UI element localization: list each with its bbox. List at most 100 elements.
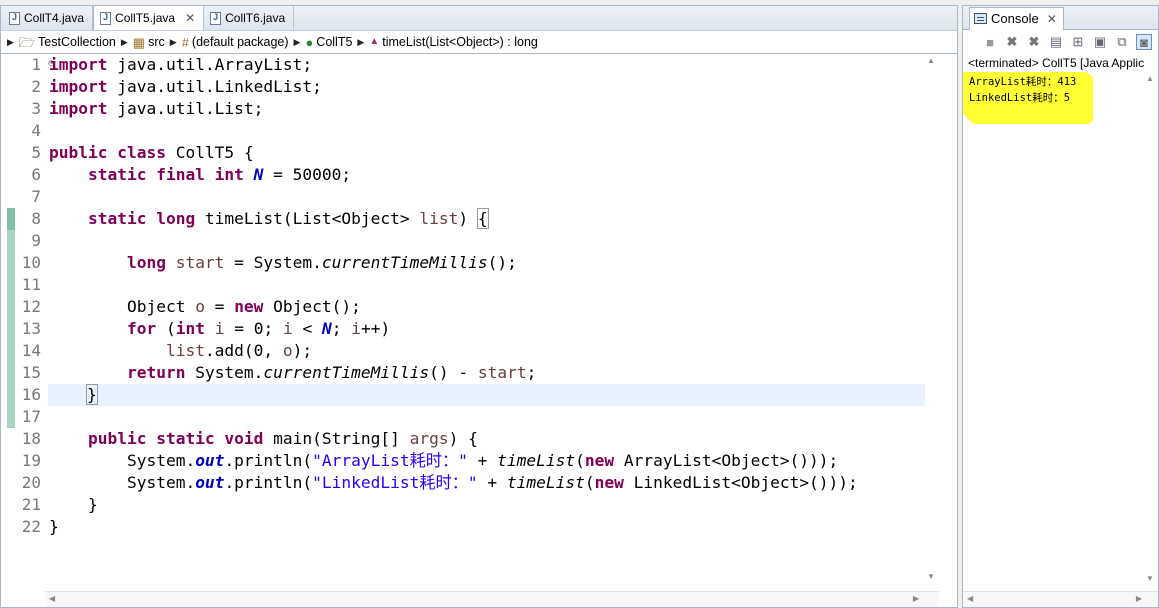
tab-console[interactable]: Console ✕ — [969, 7, 1064, 30]
tab-collt6[interactable]: CollT6.java — [204, 6, 295, 30]
breadcrumb-class-label: CollT5 — [316, 35, 353, 49]
scroll-left-icon[interactable]: ◀ — [49, 594, 55, 603]
tab-label: CollT4.java — [24, 11, 85, 25]
line-number: 4 — [31, 121, 41, 140]
line-number: 12 — [21, 297, 41, 316]
close-icon[interactable]: ✕ — [185, 11, 195, 25]
source-folder-icon: ▦ — [132, 34, 146, 50]
console-output: ArrayList耗时：413 LinkedList耗时：5 — [969, 74, 1076, 106]
line-number: 15 — [21, 363, 41, 382]
code-line: static final int N = 50000; — [87, 165, 352, 184]
chevron-right-icon[interactable]: ▶ — [170, 37, 177, 48]
breadcrumb-method[interactable]: ▲ timeList(List<Object>) : long — [369, 35, 538, 49]
scroll-down-icon[interactable]: ▼ — [927, 572, 935, 581]
console-output-area[interactable]: ArrayList耗时：413 LinkedList耗时：5 ▲ ▼ ◀ ▶ — [962, 72, 1159, 608]
breadcrumb-folder[interactable]: ▦ src — [133, 35, 165, 49]
change-ruler — [5, 54, 15, 607]
line-number: 9 — [31, 231, 41, 250]
line-number: 5 — [31, 143, 41, 162]
line-number: 1 — [31, 55, 41, 74]
line-number: 8 — [31, 209, 41, 228]
editor-vertical-scrollbar[interactable]: ▲ ▼ — [925, 54, 939, 584]
code-line: import java.util.List; — [49, 99, 264, 118]
java-file-icon — [100, 11, 112, 25]
java-file-icon — [210, 11, 222, 25]
code-line: list.add(0, o); — [165, 341, 313, 360]
show-console-on-output-icon[interactable]: ⧉ — [1114, 34, 1130, 50]
clear-console-icon[interactable]: ▤ — [1048, 34, 1064, 50]
console-tab-label: Console — [991, 11, 1039, 26]
line-number: 14 — [21, 341, 41, 360]
code-line: return System.currentTimeMillis() - star… — [126, 363, 537, 382]
static-method-icon: ▲ — [369, 36, 380, 47]
line-number-gutter: 1 2 3 4 5 6 7 8 9 10 11 12 13 14 15 16 1… — [15, 54, 55, 607]
chevron-right-icon[interactable]: ▶ — [357, 37, 364, 48]
scroll-right-icon[interactable]: ▶ — [913, 594, 919, 603]
scroll-lock-icon[interactable]: ⊞ — [1070, 34, 1086, 50]
console-horizontal-scrollbar[interactable]: ◀ ▶ — [963, 591, 1158, 607]
console-vertical-scrollbar[interactable]: ▲ ▼ — [1144, 74, 1156, 586]
code-line: import java.util.ArrayList; — [49, 55, 313, 74]
change-marker[interactable] — [7, 208, 15, 230]
code-line: static long timeList(List<Object> list) … — [87, 208, 489, 229]
line-number: 11 — [21, 275, 41, 294]
line-number: 18 — [21, 429, 41, 448]
code-line: public class CollT5 { — [49, 143, 254, 162]
line-number: 17 — [21, 407, 41, 426]
scroll-right-icon[interactable]: ▶ — [1136, 594, 1142, 603]
code-line: Object o = new Object(); — [49, 297, 361, 316]
code-line: } — [49, 495, 98, 514]
code-line: System.out.println("LinkedList耗时：" + tim… — [49, 473, 858, 492]
line-number: 3 — [31, 99, 41, 118]
console-output-line: LinkedList耗时：5 — [969, 92, 1071, 104]
code-line: import java.util.LinkedList; — [49, 77, 322, 96]
breadcrumb-package-label: (default package) — [191, 35, 289, 49]
change-marker[interactable] — [7, 230, 15, 428]
remove-launch-icon[interactable]: ✖ — [1004, 34, 1020, 50]
console-toolbar: ■ ✖ ✖ ▤ ⊞ ▣ ⧉ ◙ — [962, 30, 1159, 54]
console-pane: Console ✕ ■ ✖ ✖ ▤ ⊞ ▣ ⧉ ◙ <terminated> C… — [962, 5, 1159, 608]
code-line: } — [49, 517, 59, 536]
scroll-up-icon[interactable]: ▲ — [1146, 74, 1154, 83]
line-number: 19 — [21, 451, 41, 470]
tab-collt5[interactable]: CollT5.java ✕ — [93, 5, 205, 30]
code-editor[interactable]: 1 2 3 4 5 6 7 8 9 10 11 12 13 14 15 16 1… — [0, 54, 958, 608]
breadcrumb-folder-label: src — [148, 35, 165, 49]
terminate-icon[interactable]: ■ — [982, 34, 998, 50]
breadcrumb-project-label: TestCollection — [38, 35, 116, 49]
line-number: 2 — [31, 77, 41, 96]
scroll-up-icon[interactable]: ▲ — [927, 56, 935, 65]
line-number: 13 — [21, 319, 41, 338]
scroll-down-icon[interactable]: ▼ — [1146, 574, 1154, 583]
breadcrumb-package[interactable]: # (default package) — [182, 35, 289, 49]
tab-label: CollT6.java — [225, 11, 286, 25]
breadcrumb-method-label: timeList(List<Object>) : long — [382, 35, 538, 49]
package-icon: # — [181, 34, 189, 50]
console-tab-bar: Console ✕ — [962, 5, 1159, 30]
scroll-left-icon[interactable]: ◀ — [967, 594, 973, 603]
word-wrap-icon[interactable]: ▣ — [1092, 34, 1108, 50]
line-number: 21 — [21, 495, 41, 514]
code-text[interactable]: import java.util.ArrayList; import java.… — [48, 54, 925, 607]
console-icon — [974, 13, 987, 24]
breadcrumb-project[interactable]: 🗁 TestCollection — [19, 35, 116, 49]
line-number: 7 — [31, 187, 41, 206]
tab-collt4[interactable]: CollT4.java — [3, 6, 94, 30]
pin-console-icon[interactable]: ◙ — [1136, 34, 1152, 50]
chevron-right-icon[interactable]: ▶ — [121, 37, 128, 48]
chevron-right-icon[interactable]: ▶ — [294, 37, 301, 48]
chevron-right-icon[interactable]: ▶ — [7, 37, 14, 48]
line-number: 20 — [21, 473, 41, 492]
console-status: <terminated> CollT5 [Java Applic — [962, 54, 1159, 72]
line-number: 22 — [21, 517, 41, 536]
tab-label: CollT5.java — [115, 11, 176, 25]
editor-horizontal-scrollbar[interactable]: ◀ ▶ — [45, 591, 939, 607]
breadcrumb-class[interactable]: ● CollT5 — [305, 35, 352, 49]
class-icon: ● — [305, 34, 314, 50]
code-line: public static void main(String[] args) { — [87, 429, 478, 448]
remove-all-terminated-icon[interactable]: ✖ — [1026, 34, 1042, 50]
console-output-line: ArrayList耗时：413 — [969, 76, 1077, 88]
close-icon[interactable]: ✕ — [1047, 12, 1057, 26]
